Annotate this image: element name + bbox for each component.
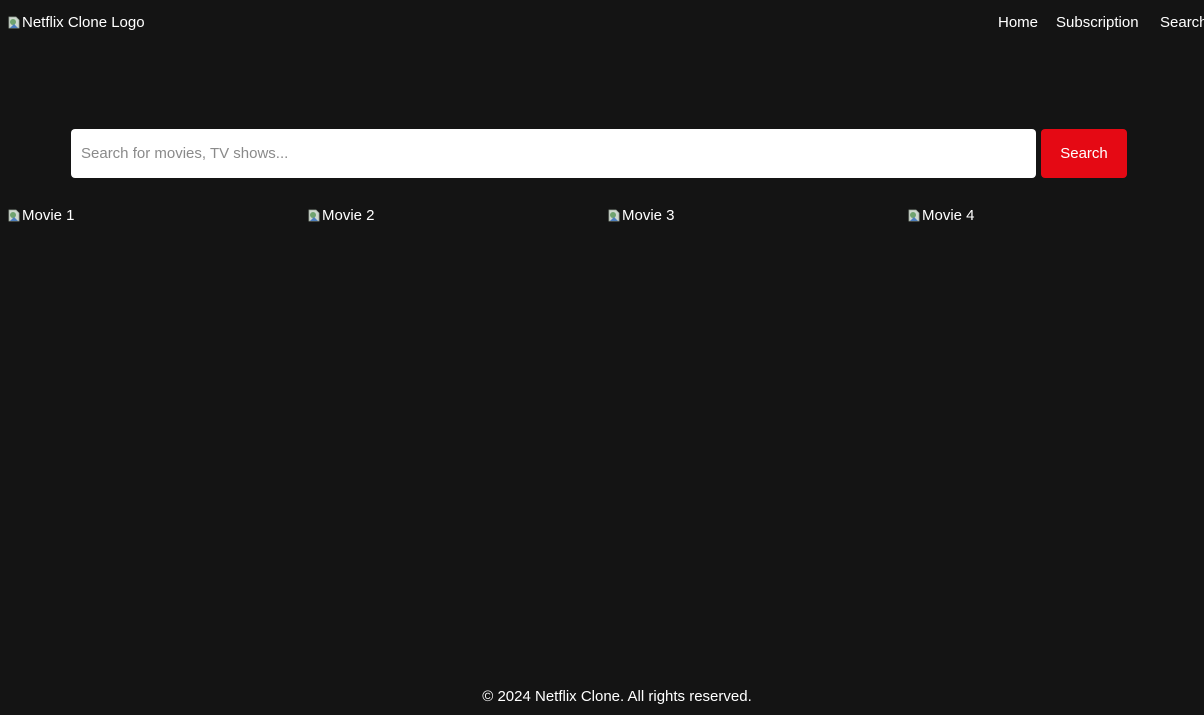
site-logo[interactable]: Netflix Clone Logo: [8, 14, 145, 31]
movie-alt-text: Movie 1: [22, 207, 75, 224]
search-button[interactable]: Search: [1041, 129, 1127, 178]
broken-image-icon: [908, 209, 921, 223]
movie-alt-text: Movie 3: [622, 207, 675, 224]
nav-link-home[interactable]: Home: [998, 14, 1038, 31]
search-input[interactable]: [71, 129, 1036, 178]
movie-alt-text: Movie 4: [922, 207, 975, 224]
page: Netflix Clone Logo Home Subscription Sea…: [0, 0, 1204, 715]
movie-card-4[interactable]: Movie 4: [908, 207, 975, 224]
movie-card-1[interactable]: Movie 1: [8, 207, 75, 224]
broken-image-icon: [8, 16, 21, 30]
nav-link-search[interactable]: Search: [1160, 14, 1204, 31]
site-footer: © 2024 Netflix Clone. All rights reserve…: [0, 688, 1204, 705]
movie-card-2[interactable]: Movie 2: [308, 207, 375, 224]
site-header: Netflix Clone Logo Home Subscription Sea…: [0, 0, 1204, 48]
nav-link-subscription[interactable]: Subscription: [1056, 14, 1139, 31]
movie-card-3[interactable]: Movie 3: [608, 207, 675, 224]
copyright-text: © 2024 Netflix Clone. All rights reserve…: [482, 688, 752, 705]
movie-alt-text: Movie 2: [322, 207, 375, 224]
broken-image-icon: [608, 209, 621, 223]
broken-image-icon: [8, 209, 21, 223]
main-nav: Home Subscription Search: [998, 14, 1204, 36]
logo-alt-text: Netflix Clone Logo: [22, 14, 145, 31]
broken-image-icon: [308, 209, 321, 223]
